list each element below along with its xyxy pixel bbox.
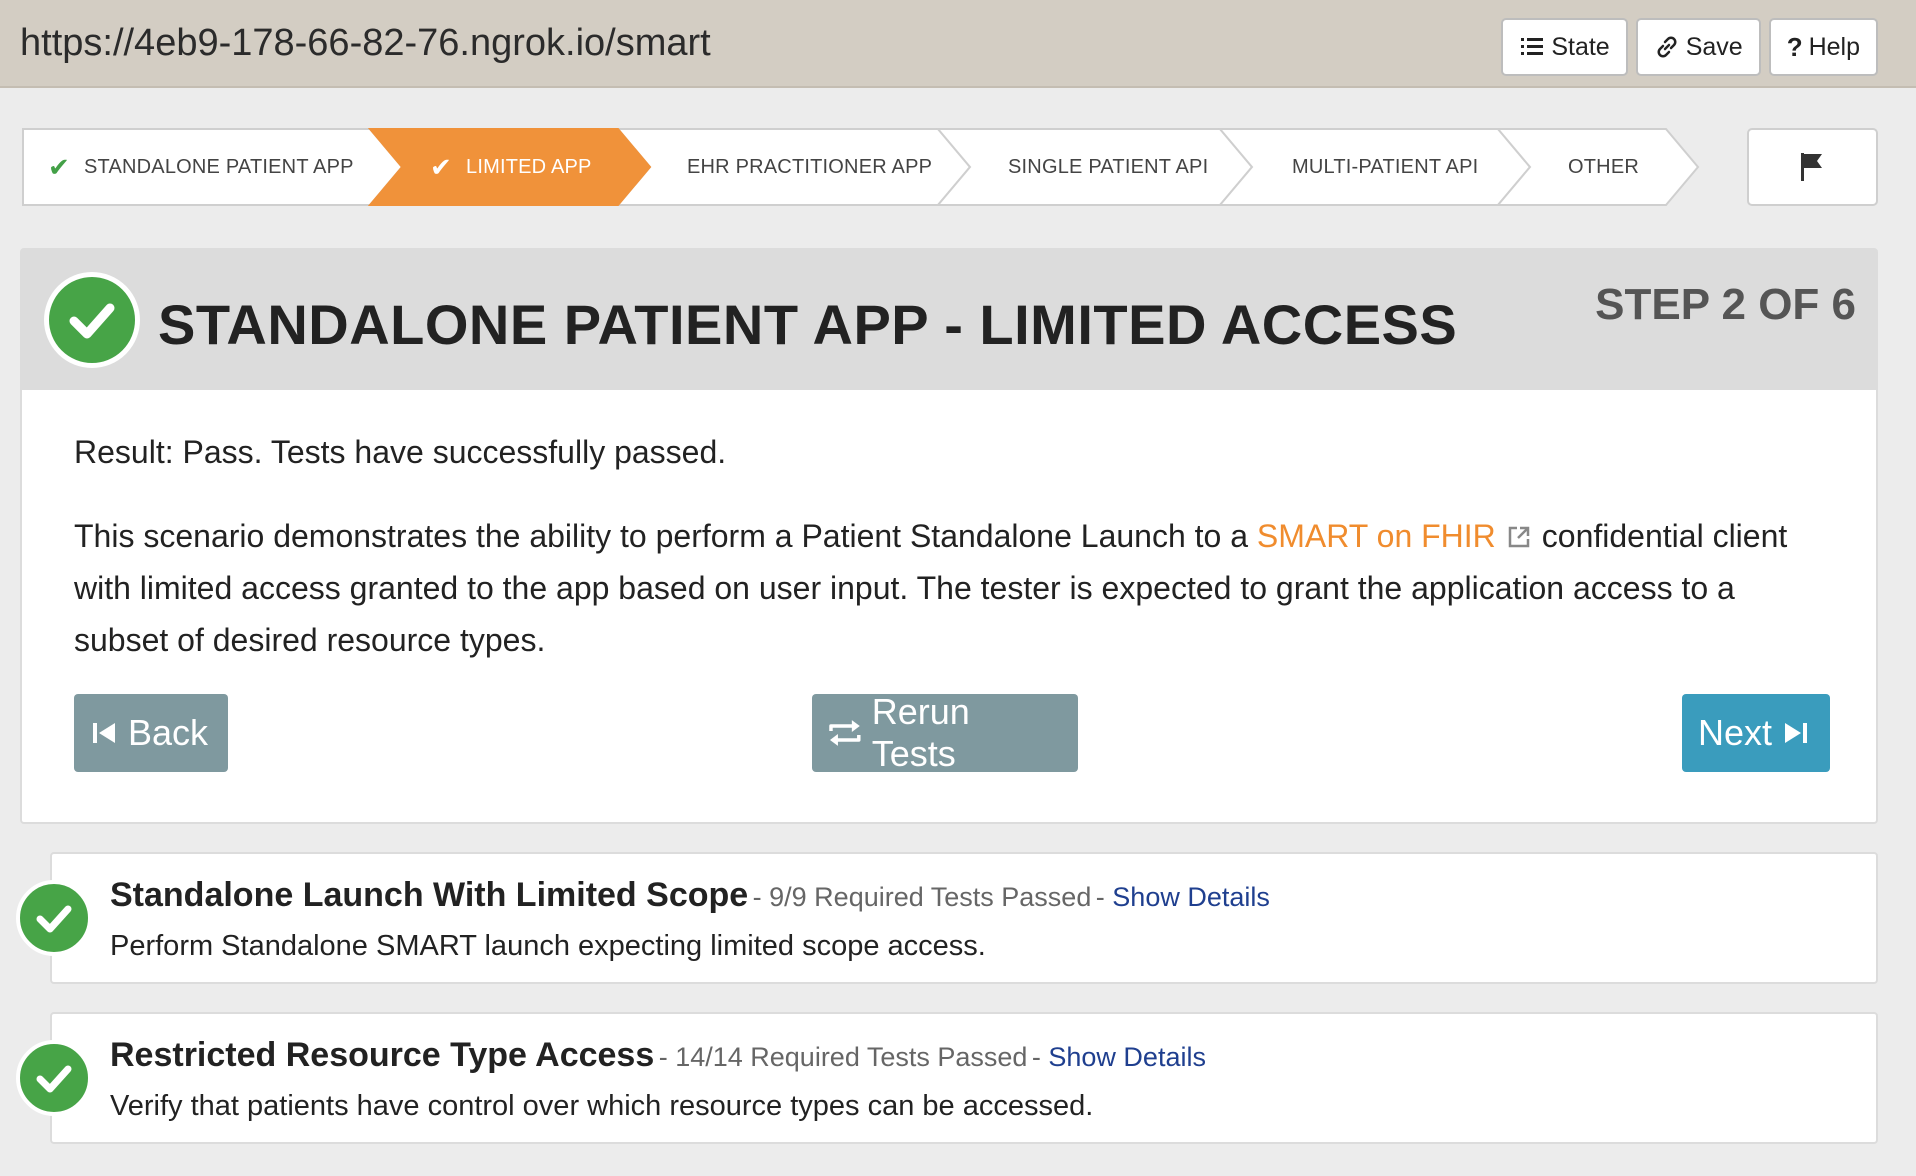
test-summary: 14/14 Required Tests Passed xyxy=(675,1042,1028,1072)
external-link-icon xyxy=(1508,526,1530,548)
scenario-stepper: ✔ STANDALONE PATIENT APP ✔ LIMITED APP E… xyxy=(20,128,1700,206)
show-details-link[interactable]: Show Details xyxy=(1112,882,1270,912)
help-button[interactable]: ? Help xyxy=(1768,18,1878,76)
save-button-label: Save xyxy=(1685,32,1743,61)
separator: - xyxy=(1031,1042,1049,1072)
test-title: Standalone Launch With Limited Scope xyxy=(110,876,749,914)
separator: - xyxy=(752,882,770,912)
test-summary: 9/9 Required Tests Passed xyxy=(769,882,1092,912)
show-details-link[interactable]: Show Details xyxy=(1048,1042,1206,1072)
pass-check-icon xyxy=(16,1040,92,1116)
step-single-patient-api[interactable]: SINGLE PATIENT API xyxy=(1008,128,1208,206)
separator: - xyxy=(1095,882,1113,912)
state-button[interactable]: State xyxy=(1501,18,1628,76)
pass-check-icon xyxy=(44,272,140,368)
back-button-label: Back xyxy=(128,712,209,753)
step-multi-patient-api[interactable]: MULTI-PATIENT API xyxy=(1292,128,1478,206)
test-title: Restricted Resource Type Access xyxy=(110,1036,655,1074)
test-description: Perform Standalone SMART launch expectin… xyxy=(110,930,986,962)
rerun-button-label: Rerun Tests xyxy=(871,691,970,774)
rerun-tests-button[interactable]: Rerun Tests xyxy=(812,691,1078,774)
next-button[interactable]: Next xyxy=(1682,694,1830,772)
step-label: SINGLE PATIENT API xyxy=(1008,155,1209,178)
separator: - xyxy=(658,1042,676,1072)
result-text: Result: Pass. Tests have successfully pa… xyxy=(74,434,727,470)
help-button-label: Help xyxy=(1808,32,1860,61)
step-label: EHR PRACTITIONER APP xyxy=(687,155,933,178)
smart-on-fhir-link[interactable]: SMART on FHIR xyxy=(1257,518,1496,554)
pass-check-icon xyxy=(16,880,92,956)
save-button[interactable]: Save xyxy=(1635,18,1761,76)
page-url: https://4eb9-178-66-82-76.ngrok.io/smart xyxy=(20,22,711,64)
check-icon: ✔ xyxy=(48,151,70,182)
step-ehr-practitioner-app[interactable]: EHR PRACTITIONER APP xyxy=(687,128,932,206)
check-icon: ✔ xyxy=(430,151,452,182)
state-button-label: State xyxy=(1551,32,1610,61)
step-label: OTHER xyxy=(1568,155,1639,178)
scenario-description: This scenario demonstrates the ability t… xyxy=(74,510,1834,666)
test-header: Restricted Resource Type Access - 14/14 … xyxy=(110,1036,1206,1075)
flag-icon xyxy=(1800,153,1822,181)
link-icon xyxy=(1657,36,1677,58)
step-standalone-patient-app[interactable]: ✔ STANDALONE PATIENT APP xyxy=(48,128,354,206)
step-label: LIMITED APP xyxy=(466,155,592,178)
step-label: MULTI-PATIENT API xyxy=(1292,155,1479,178)
test-card: Restricted Resource Type Access - 14/14 … xyxy=(16,1012,1878,1144)
step-limited-app[interactable]: ✔ LIMITED APP xyxy=(430,128,592,206)
back-button[interactable]: Back xyxy=(74,694,228,772)
question-icon: ? xyxy=(1786,31,1803,62)
skip-forward-icon xyxy=(1785,723,1808,743)
scenario-panel: STANDALONE PATIENT APP - LIMITED ACCESS … xyxy=(20,248,1878,824)
flag-button[interactable] xyxy=(1747,128,1878,206)
test-description: Verify that patients have control over w… xyxy=(110,1090,1094,1122)
test-card: Standalone Launch With Limited Scope - 9… xyxy=(16,852,1878,984)
skip-back-icon xyxy=(93,723,115,743)
list-icon xyxy=(1521,38,1544,55)
top-bar: https://4eb9-178-66-82-76.ngrok.io/smart… xyxy=(0,0,1916,88)
panel-header: STANDALONE PATIENT APP - LIMITED ACCESS … xyxy=(22,250,1876,390)
repeat-icon xyxy=(829,720,861,746)
step-label: STANDALONE PATIENT APP xyxy=(84,155,354,178)
test-header: Standalone Launch With Limited Scope - 9… xyxy=(110,876,1270,915)
step-counter: STEP 2 OF 6 xyxy=(1595,280,1856,329)
next-button-label: Next xyxy=(1698,712,1773,753)
top-actions: State Save ? Help xyxy=(1501,18,1878,76)
step-other[interactable]: OTHER xyxy=(1568,128,1639,206)
description-start: This scenario demonstrates the ability t… xyxy=(74,518,1249,554)
page-title: STANDALONE PATIENT APP - LIMITED ACCESS xyxy=(158,293,1458,356)
